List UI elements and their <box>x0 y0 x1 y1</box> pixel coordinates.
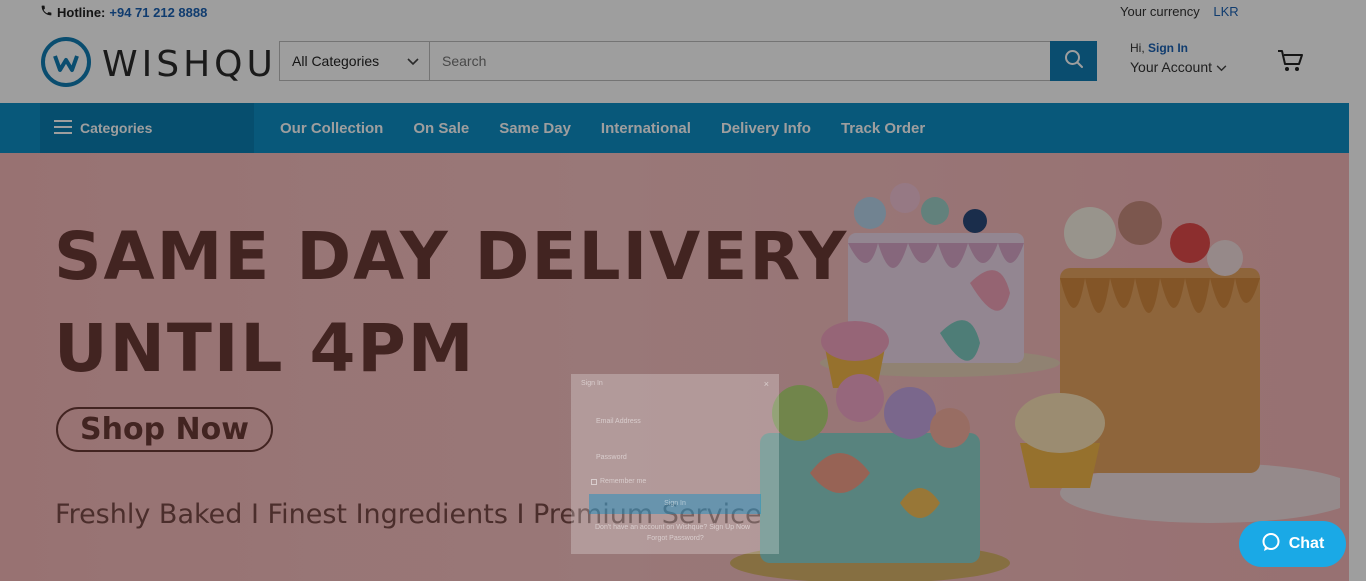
category-select-value: All Categories <box>292 53 380 69</box>
chevron-down-icon <box>1216 59 1227 75</box>
search-bar: All Categories <box>279 41 1097 81</box>
search-icon <box>1064 49 1084 74</box>
nav-link-international[interactable]: International <box>601 120 691 137</box>
logo-icon <box>40 36 92 93</box>
nav-link-our-collection[interactable]: Our Collection <box>280 120 383 137</box>
email-field[interactable]: Email Address <box>596 418 641 425</box>
site-header: WISHQUE All Categories Hi, Sign In Your … <box>0 26 1366 103</box>
currency-label: Your currency <box>1120 4 1200 19</box>
sign-in-submit-button[interactable]: Sign In <box>589 494 761 514</box>
modal-title: Sign In <box>581 380 603 387</box>
account-label: Your Account <box>1130 59 1212 75</box>
close-icon[interactable]: × <box>764 379 769 389</box>
nav-links: Our Collection On Sale Same Day Internat… <box>280 103 925 153</box>
cakes-image <box>730 183 1340 581</box>
remember-me-label: Remember me <box>600 478 647 485</box>
hotline: Hotline: +94 71 212 8888 <box>40 4 207 20</box>
nav-link-track-order[interactable]: Track Order <box>841 120 925 137</box>
forgot-password-link[interactable]: Forgot Password? <box>647 535 704 542</box>
nav-link-on-sale[interactable]: On Sale <box>413 120 469 137</box>
nav-link-same-day[interactable]: Same Day <box>499 120 571 137</box>
chat-bubble-icon <box>1261 532 1281 557</box>
currency-selector[interactable]: Your currency LKR <box>1120 4 1239 19</box>
cart-button[interactable] <box>1276 48 1304 79</box>
categories-label: Categories <box>80 120 153 136</box>
remember-me-checkbox[interactable]: Remember me <box>591 478 646 485</box>
menu-icon <box>54 119 72 137</box>
password-field[interactable]: Password <box>596 454 627 461</box>
greeting: Hi, <box>1130 41 1145 55</box>
shop-now-button[interactable]: Shop Now <box>56 407 273 452</box>
category-select[interactable]: All Categories <box>280 42 430 80</box>
chevron-down-icon <box>407 53 419 69</box>
chat-label: Chat <box>1288 535 1325 552</box>
logo[interactable]: WISHQUE <box>40 36 304 93</box>
account-menu[interactable]: Hi, Sign In Your Account <box>1130 41 1227 75</box>
no-account-label: Don't have an account on Wishque? <box>595 524 708 531</box>
currency-code[interactable]: LKR <box>1213 4 1238 19</box>
hotline-label: Hotline: <box>57 4 106 20</box>
phone-icon <box>40 4 53 20</box>
sign-in-modal: Sign In × Email Address Password Remembe… <box>571 374 779 554</box>
chat-button[interactable]: Chat <box>1239 521 1346 567</box>
search-input[interactable] <box>430 42 1050 80</box>
main-nav: Categories Our Collection On Sale Same D… <box>0 103 1349 153</box>
nav-link-delivery-info[interactable]: Delivery Info <box>721 120 811 137</box>
logo-text: WISHQUE <box>102 44 304 85</box>
sign-in-link[interactable]: Sign In <box>1148 41 1188 55</box>
no-account-text: Don't have an account on Wishque? Sign U… <box>595 524 750 531</box>
checkbox-icon <box>591 478 597 485</box>
search-button[interactable] <box>1050 41 1097 81</box>
categories-button[interactable]: Categories <box>40 103 254 153</box>
top-bar: Hotline: +94 71 212 8888 Your currency L… <box>0 0 1366 26</box>
hotline-number[interactable]: +94 71 212 8888 <box>109 5 207 20</box>
sign-up-link[interactable]: Sign Up Now <box>709 524 750 531</box>
cart-icon <box>1276 50 1304 78</box>
